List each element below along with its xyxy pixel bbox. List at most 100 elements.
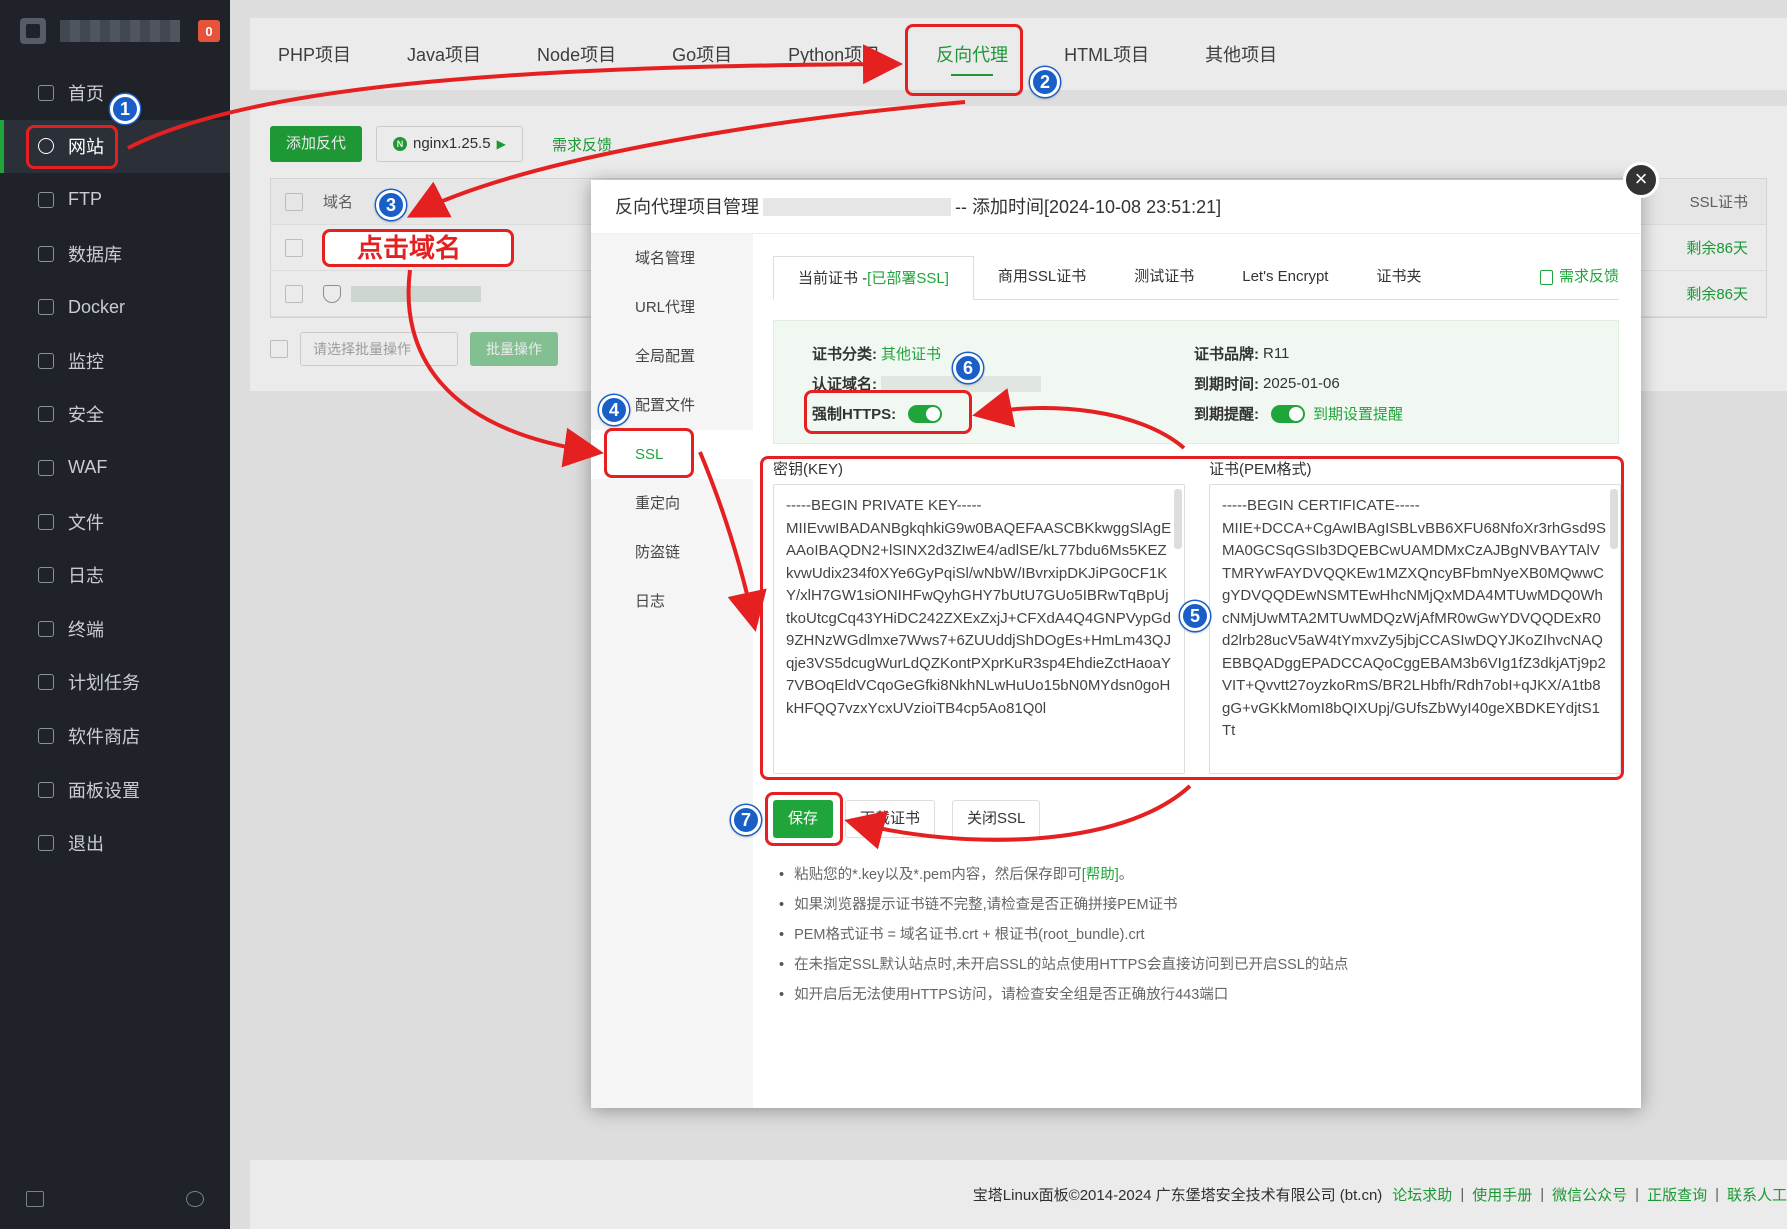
tab-current-label: 当前证书 - [798,270,868,287]
sidebar-item-15[interactable]: 退出 [0,816,230,870]
tip-item: 在未指定SSL默认站点时,未开启SSL的站点使用HTTPS会直接访问到已开启SS… [779,950,1348,980]
annotation-box-proxy-tab [905,24,1023,96]
tip-punct: 。 [1118,867,1134,883]
deployed-status: [已部署SSL] [867,270,949,287]
sidebar-item-3[interactable]: FTP [0,173,230,227]
cert-expire-value: 2025-01-06 [1263,375,1340,392]
sidebar-item-label: 计划任务 [68,673,140,694]
home-icon [38,84,54,101]
step-number-1: 1 [110,94,140,124]
sidebar-footer [26,1191,204,1207]
modal-title-prefix: 反向代理项目管理 [615,196,759,217]
tab-current-cert[interactable]: 当前证书 -[已部署SSL] [773,256,974,300]
help-link[interactable]: [帮助] [1082,867,1119,883]
monitor-icon [38,352,54,369]
settings-gear-icon[interactable] [186,1191,204,1207]
sidebar-header: 0 [0,0,230,62]
sidebar-item-label: 面板设置 [68,780,140,801]
step-number-4: 4 [599,395,629,425]
sidebar-item-5[interactable]: Docker [0,280,230,334]
modal-side-item-3[interactable]: 全局配置 [591,332,753,381]
log-icon [38,567,54,584]
waf-icon [38,459,54,476]
ssl-feedback-label: 需求反馈 [1558,268,1619,285]
expire-remind: 到期提醒: 到期设置提醒 [1194,403,1403,424]
sidebar-item-label: Docker [68,296,126,317]
sidebar-item-14[interactable]: 面板设置 [0,763,230,817]
sidebar-item-6[interactable]: 监控 [0,334,230,388]
sidebar-item-label: FTP [68,189,102,210]
cert-category-label: 证书分类: [812,346,877,363]
sidebar-item-label: 终端 [68,619,104,640]
download-cert-button[interactable]: 下载证书 [845,800,936,838]
modal-side-item-6[interactable]: 重定向 [591,479,753,528]
cert-category-value: 其他证书 [881,346,942,363]
modal-side-menu: 域名管理 URL代理 全局配置 配置文件 SSL 重定向 防盗链 日志 [591,234,753,1108]
server-name-blurred [60,20,180,42]
ssl-tabs: 当前证书 -[已部署SSL] 商用SSL证书 测试证书 Let's Encryp… [773,256,1619,300]
annotation-box-force-https [804,390,972,434]
annotation-box-save [765,792,843,846]
database-icon [38,245,54,262]
step-number-2: 2 [1030,67,1060,97]
expire-remind-toggle[interactable] [1271,404,1305,423]
modal-title-suffix: -- 添加时间[2024-10-08 23:51:21] [955,196,1222,217]
tab-cert-folder[interactable]: 证书夹 [1352,255,1445,299]
tab-lets-encrypt[interactable]: Let's Encrypt [1218,255,1352,299]
ssl-feedback-link[interactable]: 需求反馈 [1539,255,1619,299]
sidebar-item-9[interactable]: 文件 [0,495,230,549]
cert-brand: 证书品牌: R11 [1194,343,1289,364]
sidebar-item-label: 文件 [68,512,104,533]
sidebar-item-12[interactable]: 计划任务 [0,656,230,710]
sidebar-item-label: 退出 [68,834,104,855]
sidebar-menu: 首页 网站 FTP 数据库 Docker 监控 安全 WAF 文件 日志 终端 计划任务 软件商店 面板设… [0,66,230,870]
sidebar-item-10[interactable]: 日志 [0,548,230,602]
ssl-tips: 粘贴您的*.key以及*.pem内容，然后保存即可[帮助]。如果浏览器提示证书链… [779,860,1348,1010]
bt-logo-icon [20,18,46,44]
tab-test-cert[interactable]: 测试证书 [1110,255,1218,299]
terminal-icon [38,620,54,637]
project-name-blurred [763,197,951,216]
tab-commercial-ssl[interactable]: 商用SSL证书 [974,255,1110,299]
tip-item: 如果浏览器提示证书链不完整,请检查是否正确拼接PEM证书 [779,890,1348,920]
logout-icon [38,835,54,852]
modal-side-item-7[interactable]: 防盗链 [591,528,753,577]
sidebar-item-label: 首页 [68,83,104,104]
ftp-icon [38,191,54,208]
feedback-doc-icon [1539,269,1553,285]
modal-side-item-8[interactable]: 日志 [591,577,753,626]
step-number-7: 7 [731,805,761,835]
cert-expire-label: 到期时间: [1194,376,1259,393]
tip-text: 在未指定SSL默认站点时,未开启SSL的站点使用HTTPS会直接访问到已开启SS… [794,957,1349,973]
calendar-icon [38,674,54,691]
sidebar-item-13[interactable]: 软件商店 [0,709,230,763]
annotation-box-ssl [604,428,694,478]
sidebar-item-8[interactable]: WAF [0,441,230,495]
step-number-5: 5 [1180,601,1210,631]
close-ssl-button[interactable]: 关闭SSL [952,800,1041,838]
grid-icon [38,727,54,744]
tip-item: 粘贴您的*.key以及*.pem内容，然后保存即可[帮助]。 [779,860,1348,890]
sidebar-item-7[interactable]: 安全 [0,388,230,442]
gear-icon [38,781,54,798]
tip-text: 粘贴您的*.key以及*.pem内容，然后保存即可 [794,867,1082,883]
modal-side-item-2[interactable]: URL代理 [591,283,753,332]
expire-remind-link[interactable]: 到期设置提醒 [1313,403,1403,424]
sidebar-item-label: 软件商店 [68,726,140,747]
close-icon[interactable]: × [1623,162,1659,198]
tip-text: 如开启后无法使用HTTPS访问，请检查安全组是否正确放行443端口 [794,987,1229,1003]
sidebar-item-11[interactable]: 终端 [0,602,230,656]
notification-badge[interactable]: 0 [198,20,220,42]
sidebar-item-label: 安全 [68,405,104,426]
sidebar-item-label: 数据库 [68,244,122,265]
sidebar-item-4[interactable]: 数据库 [0,227,230,281]
step-number-3: 3 [376,190,406,220]
tip-item: PEM格式证书 = 域名证书.crt + 根证书(root_bundle).cr… [779,920,1348,950]
modal-title: 反向代理项目管理 -- 添加时间[2024-10-08 23:51:21] [591,180,1641,234]
cert-category: 证书分类: 其他证书 [812,343,941,364]
sidebar-item-label: WAF [68,457,108,478]
modal-side-item-1[interactable]: 域名管理 [591,234,753,283]
collapse-menu-icon[interactable] [26,1191,44,1207]
tip-item: 如开启后无法使用HTTPS访问，请检查安全组是否正确放行443端口 [779,980,1348,1010]
annotation-box-website [26,125,118,169]
